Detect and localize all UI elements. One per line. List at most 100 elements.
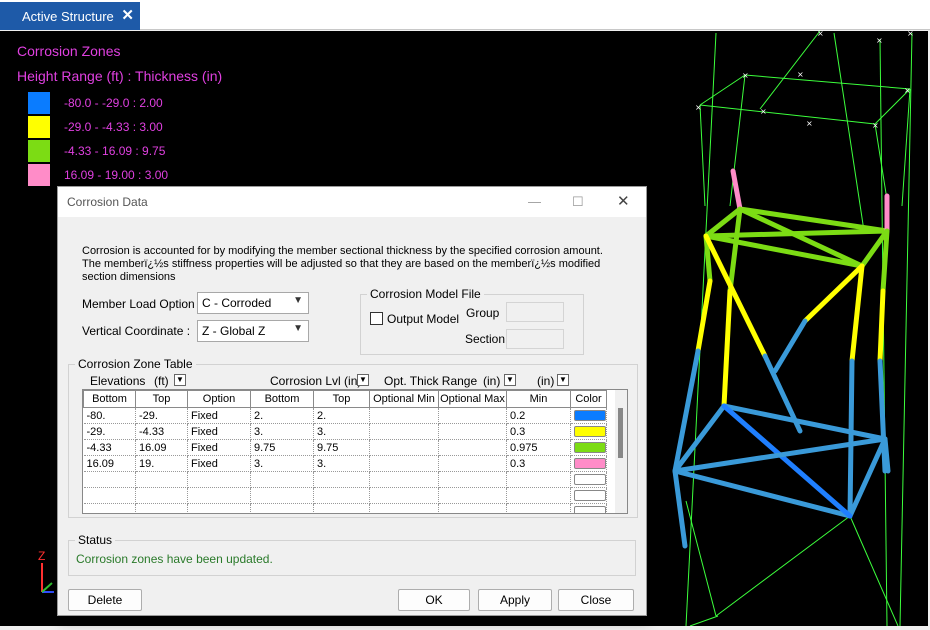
table-scrollbar[interactable]: [615, 390, 627, 513]
cell-color[interactable]: [570, 455, 607, 472]
col-header-elev-bottom[interactable]: Bottom: [83, 390, 136, 408]
cell-lvl-bottom[interactable]: 3.: [250, 455, 314, 472]
dialog-title: Corrosion Data: [67, 195, 148, 209]
elevations-label: Elevations: [90, 374, 146, 388]
cell-lvl-top[interactable]: 9.75: [313, 439, 370, 456]
cell-lvl-bottom[interactable]: 9.75: [250, 439, 314, 456]
cell-elev-bottom[interactable]: -29.: [83, 423, 136, 440]
cell-lvl-bottom[interactable]: 3.: [250, 423, 314, 440]
col-header-option[interactable]: Option: [187, 390, 251, 408]
corrosion-lvl-unit-dropdown[interactable]: ▼: [357, 374, 369, 386]
corrosion-data-dialog: Corrosion Data — ☐ ✕ Corrosion is accoun…: [57, 186, 647, 616]
color-swatch[interactable]: [574, 474, 606, 485]
maximize-icon[interactable]: ☐: [572, 194, 584, 210]
vertical-coordinate-select[interactable]: Z - Global Z ▼: [197, 320, 309, 342]
minimize-icon[interactable]: —: [528, 194, 541, 209]
table-row[interactable]: -4.33 16.09 Fixed 9.75 9.75 0.975: [83, 439, 607, 456]
legend-label: -4.33 - 16.09 : 9.75: [64, 144, 166, 158]
cell-elev-top[interactable]: 16.09: [135, 439, 188, 456]
table-header-row: Bottom Top Option Bottom Top Optional Mi…: [83, 390, 607, 408]
col-header-lvl-top[interactable]: Top: [313, 390, 370, 408]
delete-button[interactable]: Delete: [68, 589, 142, 611]
col-header-optional-min[interactable]: Optional Min: [369, 390, 439, 408]
section-input[interactable]: [506, 329, 564, 349]
cell-optional-max[interactable]: [438, 407, 507, 424]
color-swatch[interactable]: [574, 506, 606, 513]
group-label: Group: [466, 306, 500, 320]
cell-color[interactable]: [570, 423, 607, 440]
cell-color[interactable]: [570, 439, 607, 456]
color-swatch[interactable]: [574, 458, 606, 469]
cell-option[interactable]: Fixed: [187, 439, 251, 456]
cell-lvl-top[interactable]: 2.: [313, 407, 370, 424]
corrosion-zone-table[interactable]: Bottom Top Option Bottom Top Optional Mi…: [82, 389, 628, 514]
cell-color[interactable]: [570, 407, 607, 424]
col-header-lvl-bottom[interactable]: Bottom: [250, 390, 314, 408]
table-row[interactable]: [83, 503, 607, 513]
close-icon[interactable]: ✕: [121, 6, 134, 24]
cell-optional-min[interactable]: [369, 423, 439, 440]
opt-unit-dropdown-1[interactable]: ▼: [504, 374, 516, 386]
cell-optional-min[interactable]: [369, 455, 439, 472]
member-load-option-select[interactable]: C - Corroded ▼: [197, 292, 309, 314]
cell-optional-max[interactable]: [438, 439, 507, 456]
cell-lvl-top[interactable]: 3.: [313, 423, 370, 440]
opt-unit-dropdown-2[interactable]: ▼: [557, 374, 569, 386]
vertical-coordinate-label: Vertical Coordinate :: [82, 324, 191, 338]
col-header-optional-max[interactable]: Optional Max: [438, 390, 507, 408]
table-row[interactable]: -80. -29. Fixed 2. 2. 0.2: [83, 407, 607, 424]
cell-elev-bottom[interactable]: -80.: [83, 407, 136, 424]
color-swatch[interactable]: [574, 442, 606, 453]
col-header-color[interactable]: Color: [570, 390, 607, 408]
status-message: Corrosion zones have been updated.: [76, 552, 273, 566]
scrollbar-thumb[interactable]: [618, 408, 623, 458]
ok-button[interactable]: OK: [398, 589, 470, 611]
elevations-unit-dropdown[interactable]: ▼: [174, 374, 186, 386]
cell-lvl-top[interactable]: 3.: [313, 455, 370, 472]
member-load-option-label: Member Load Option :: [82, 297, 202, 311]
dialog-titlebar: Corrosion Data — ☐ ✕: [58, 187, 646, 217]
cell-elev-top[interactable]: -4.33: [135, 423, 188, 440]
chevron-down-icon: ▼: [293, 323, 303, 334]
cell-optional-max[interactable]: [438, 455, 507, 472]
cell-option[interactable]: Fixed: [187, 455, 251, 472]
col-header-min[interactable]: Min: [506, 390, 571, 408]
cell-optional-max[interactable]: [438, 423, 507, 440]
opt-unit-label-2: (in): [537, 374, 555, 388]
apply-button[interactable]: Apply: [478, 589, 552, 611]
cell-min[interactable]: 0.3: [506, 423, 571, 440]
cell-elev-bottom[interactable]: 16.09: [83, 455, 136, 472]
color-swatch[interactable]: [574, 410, 606, 421]
group-input[interactable]: [506, 302, 564, 322]
svg-text:×: ×: [907, 31, 914, 38]
close-button[interactable]: Close: [558, 589, 634, 611]
legend-label: -29.0 - -4.33 : 3.00: [64, 120, 163, 134]
model-file-group: Corrosion Model File Output Model Group …: [360, 287, 584, 355]
cell-option[interactable]: Fixed: [187, 407, 251, 424]
close-icon[interactable]: ✕: [617, 192, 630, 210]
cell-min[interactable]: 0.2: [506, 407, 571, 424]
cell-elev-bottom[interactable]: -4.33: [83, 439, 136, 456]
cell-optional-min[interactable]: [369, 439, 439, 456]
cell-option[interactable]: Fixed: [187, 423, 251, 440]
table-row[interactable]: 16.09 19. Fixed 3. 3. 0.3: [83, 455, 607, 472]
cell-elev-top[interactable]: 19.: [135, 455, 188, 472]
zone-table-title: Corrosion Zone Table: [75, 357, 196, 371]
output-model-checkbox[interactable]: [370, 312, 383, 325]
elevations-unit-label: (ft): [154, 374, 169, 388]
cell-min[interactable]: 0.3: [506, 455, 571, 472]
svg-text:×: ×: [760, 107, 767, 116]
chevron-down-icon: ▼: [293, 295, 303, 306]
cell-lvl-bottom[interactable]: 2.: [250, 407, 314, 424]
cell-min[interactable]: 0.975: [506, 439, 571, 456]
color-swatch[interactable]: [574, 426, 606, 437]
cell-elev-top[interactable]: -29.: [135, 407, 188, 424]
vertical-coordinate-value: Z - Global Z: [202, 324, 266, 338]
color-swatch[interactable]: [574, 490, 606, 501]
tab-active-structure[interactable]: Active Structure ✕: [0, 2, 140, 30]
table-row[interactable]: -29. -4.33 Fixed 3. 3. 0.3: [83, 423, 607, 440]
cell-optional-min[interactable]: [369, 407, 439, 424]
table-row[interactable]: [83, 487, 607, 504]
table-row[interactable]: [83, 471, 607, 488]
col-header-elev-top[interactable]: Top: [135, 390, 188, 408]
